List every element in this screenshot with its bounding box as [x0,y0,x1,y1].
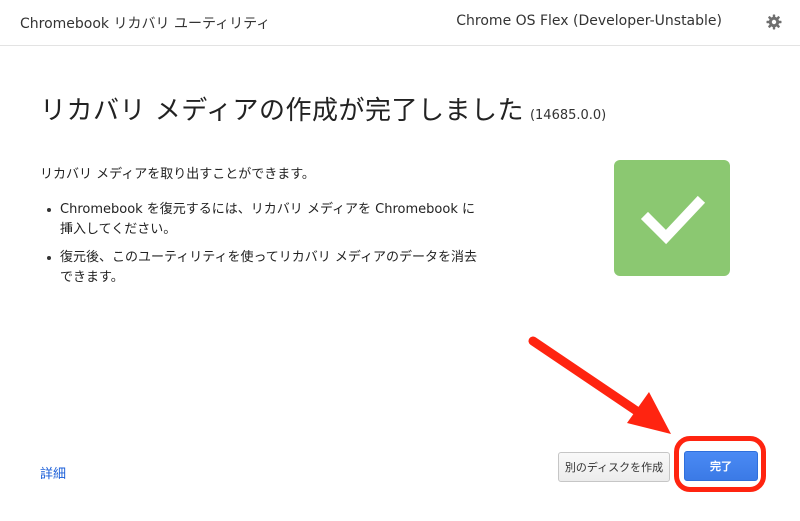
build-version: (14685.0.0) [529,108,607,123]
create-another-disk-button[interactable]: 別のディスクを作成 [558,452,670,482]
success-tile [614,160,730,276]
os-version-label: Chrome OS Flex (Developer-Unstable) [456,13,722,29]
app-title: Chromebook リカバリ ユーティリティ [20,16,271,32]
list-item: Chromebook を復元するには、リカバリ メディアを Chromebook… [40,200,480,240]
checkmark-icon [640,195,706,245]
recovery-utility-window: Chromebook リカバリ ユーティリティ Chrome OS Flex (… [0,0,800,521]
page-title: リカバリ メディアの作成が完了しました [40,96,524,126]
instruction-list: Chromebook を復元するには、リカバリ メディアを Chromebook… [40,200,480,296]
details-link[interactable]: 詳細 [40,463,66,482]
done-button[interactable]: 完了 [684,451,758,481]
list-item: 復元後、このユーティリティを使ってリカバリ メディアのデータを消去できます。 [40,248,480,288]
eject-message: リカバリ メディアを取り出すことができます。 [40,167,315,182]
gear-icon[interactable] [766,14,782,30]
title-bar: Chromebook リカバリ ユーティリティ Chrome OS Flex (… [0,0,800,46]
completion-heading: リカバリ メディアの作成が完了しました (14685.0.0) [40,90,606,127]
